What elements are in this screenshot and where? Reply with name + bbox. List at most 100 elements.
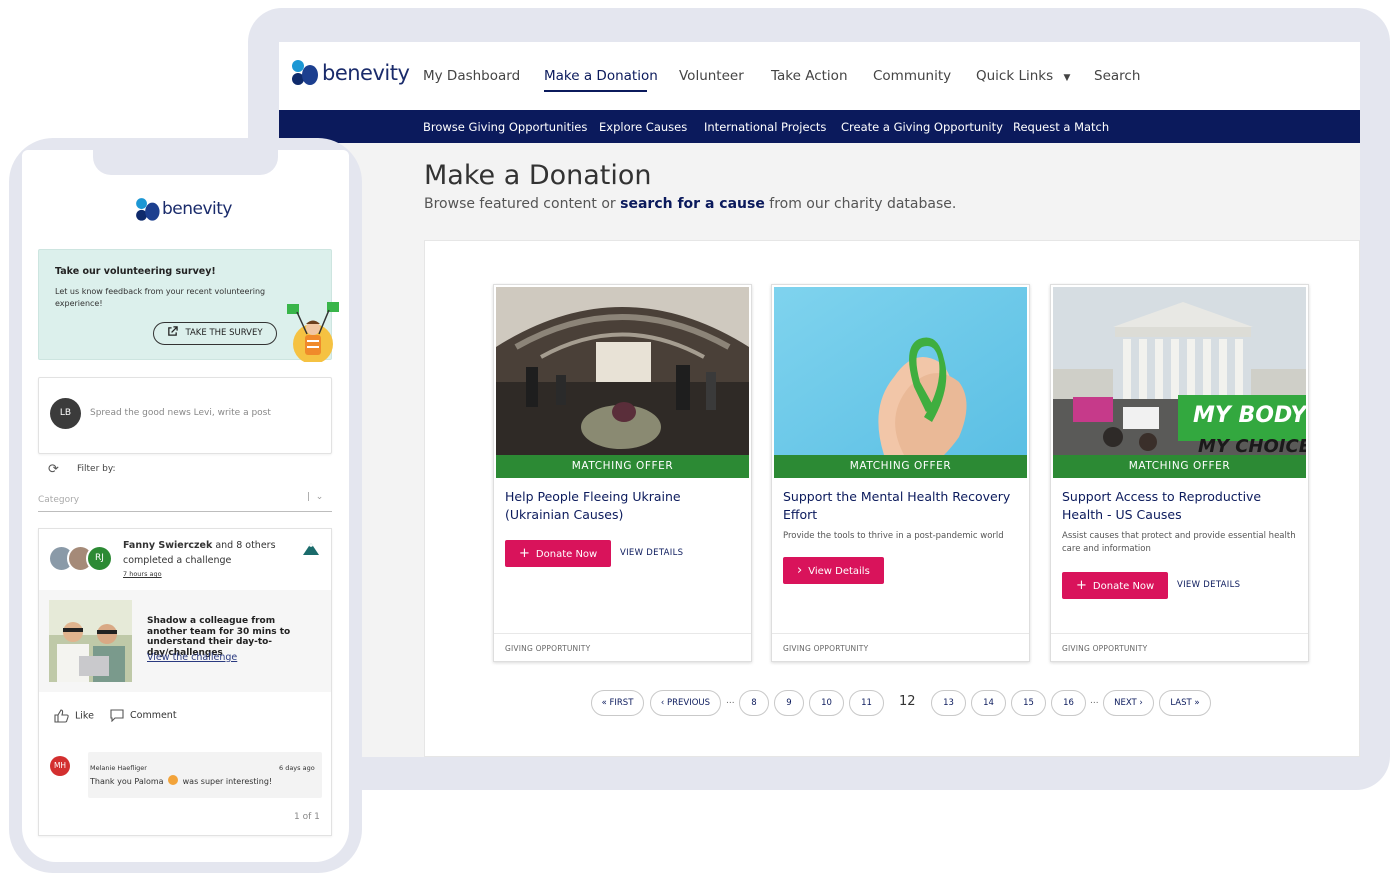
comment-icon bbox=[110, 709, 124, 722]
matching-offer-badge: MATCHING OFFER bbox=[774, 455, 1027, 478]
view-challenge-link[interactable]: View the challenge bbox=[147, 652, 237, 663]
card-description: Assist causes that protect and provide e… bbox=[1062, 531, 1296, 554]
benevity-logo[interactable]: benevity bbox=[292, 60, 410, 86]
pagination-ellipsis: ... bbox=[1090, 696, 1099, 706]
subnav-explore-causes[interactable]: Explore Causes bbox=[599, 120, 687, 134]
card-title[interactable]: Support the Mental Health Recovery Effor… bbox=[783, 488, 1021, 524]
card-reproductive-health[interactable]: MY BODY MY CHOICE MATCHING OFFER Support… bbox=[1050, 284, 1309, 662]
post-input-placeholder[interactable]: Spread the good news Levi, write a post bbox=[90, 408, 271, 418]
user-avatar: LB bbox=[50, 398, 81, 429]
volunteer-illustration-icon bbox=[287, 302, 339, 362]
benevity-logo-icon bbox=[136, 198, 160, 221]
comment-timestamp: 6 days ago bbox=[279, 764, 315, 772]
nav-make-a-donation[interactable]: Make a Donation bbox=[544, 68, 658, 84]
svg-text:MY CHOICE: MY CHOICE bbox=[1198, 436, 1306, 455]
logo-text: benevity bbox=[322, 61, 410, 85]
comment-text-pre: Thank you Paloma bbox=[90, 777, 164, 786]
external-link-icon bbox=[168, 326, 179, 336]
subnav-create-giving[interactable]: Create a Giving Opportunity bbox=[841, 120, 1003, 134]
take-survey-label: TAKE THE SURVEY bbox=[185, 328, 263, 338]
pagination-ellipsis: ... bbox=[726, 696, 735, 706]
plus-icon: + bbox=[1076, 578, 1087, 593]
nav-community[interactable]: Community bbox=[873, 68, 951, 84]
survey-title: Take our volunteering survey! bbox=[55, 266, 216, 277]
view-details-label: View Details bbox=[808, 566, 870, 577]
pagination-page-8[interactable]: 8 bbox=[739, 690, 769, 716]
active-nav-indicator bbox=[544, 90, 647, 92]
card-footer: GIVING OPPORTUNITY bbox=[772, 633, 1029, 661]
filter-label: Filter by: bbox=[77, 464, 116, 474]
pagination-next[interactable]: NEXT › bbox=[1103, 690, 1154, 716]
card-title[interactable]: Help People Fleeing Ukraine (Ukrainian C… bbox=[505, 488, 743, 524]
view-details-link[interactable]: VIEW DETAILS bbox=[620, 548, 683, 558]
mobile-benevity-logo[interactable]: benevity bbox=[135, 197, 233, 221]
challenge-image bbox=[49, 600, 132, 682]
pagination-first[interactable]: « FIRST bbox=[591, 690, 644, 716]
page-subtitle: Browse featured content or search for a … bbox=[424, 196, 956, 212]
top-navigation: benevity My Dashboard Make a Donation Vo… bbox=[279, 42, 1360, 110]
logo-text: benevity bbox=[162, 198, 233, 219]
donate-now-label: Donate Now bbox=[535, 549, 598, 560]
nav-my-dashboard[interactable]: My Dashboard bbox=[423, 68, 520, 84]
subtitle-post: from our charity database. bbox=[764, 196, 957, 212]
nav-quick-links[interactable]: Quick Links ▼ bbox=[976, 68, 1070, 84]
card-description: Provide the tools to thrive in a post-pa… bbox=[783, 531, 1004, 541]
stage: benevity My Dashboard Make a Donation Vo… bbox=[0, 0, 1395, 873]
card-image-reproductive-health: MY BODY MY CHOICE bbox=[1053, 287, 1306, 455]
nav-quick-links-label: Quick Links bbox=[976, 68, 1054, 84]
pagination-page-10[interactable]: 10 bbox=[809, 690, 844, 716]
commenter-avatar: MH bbox=[50, 756, 70, 776]
category-underline bbox=[38, 511, 332, 512]
avatar-rj: RJ bbox=[86, 545, 113, 572]
commenter-name[interactable]: Melanie Haefliger bbox=[90, 764, 147, 772]
like-button[interactable]: Like bbox=[54, 709, 94, 723]
svg-text:MY BODY: MY BODY bbox=[1193, 403, 1306, 428]
subnav-request-match[interactable]: Request a Match bbox=[1013, 120, 1109, 134]
pagination-last[interactable]: LAST » bbox=[1159, 690, 1211, 716]
chevron-down-icon[interactable]: | ⌄ bbox=[307, 492, 323, 502]
pagination-page-9[interactable]: 9 bbox=[774, 690, 804, 716]
view-details-link[interactable]: VIEW DETAILS bbox=[1177, 580, 1240, 590]
plus-icon: + bbox=[519, 546, 530, 561]
challenge-mountain-icon bbox=[303, 543, 319, 555]
comment-text-post: was super interesting! bbox=[182, 777, 273, 786]
pagination-page-14[interactable]: 14 bbox=[971, 690, 1006, 716]
donate-now-button[interactable]: + Donate Now bbox=[1062, 572, 1169, 599]
survey-text: Let us know feedback from your recent vo… bbox=[55, 287, 266, 308]
feed-user-name[interactable]: Fanny Swierczek bbox=[123, 540, 212, 551]
view-details-button[interactable]: › View Details bbox=[783, 557, 884, 584]
feed-timestamp[interactable]: 7 hours ago bbox=[123, 570, 162, 578]
nav-search[interactable]: Search bbox=[1094, 68, 1140, 84]
donate-now-button[interactable]: + Donate Now bbox=[505, 540, 612, 567]
pagination-page-15[interactable]: 15 bbox=[1011, 690, 1046, 716]
pagination-previous[interactable]: ‹ PREVIOUS bbox=[650, 690, 721, 716]
nav-take-action[interactable]: Take Action bbox=[771, 68, 848, 84]
take-survey-button[interactable]: TAKE THE SURVEY bbox=[153, 322, 277, 345]
subnav-browse-giving[interactable]: Browse Giving Opportunities bbox=[423, 120, 587, 134]
pagination-page-16[interactable]: 16 bbox=[1051, 690, 1086, 716]
chevron-right-icon: › bbox=[797, 563, 803, 578]
card-ukraine[interactable]: MATCHING OFFER Help People Fleeing Ukrai… bbox=[493, 284, 752, 662]
feed-others: and 8 others bbox=[212, 540, 276, 551]
card-title[interactable]: Support Access to Reproductive Health - … bbox=[1062, 488, 1300, 524]
page-title: Make a Donation bbox=[424, 160, 652, 191]
feed-action: completed a challenge bbox=[123, 555, 232, 566]
subnav-international-projects[interactable]: International Projects bbox=[704, 120, 826, 134]
nav-volunteer[interactable]: Volunteer bbox=[679, 68, 744, 84]
pagination-page-13[interactable]: 13 bbox=[931, 690, 966, 716]
comment-page-count: 1 of 1 bbox=[294, 812, 320, 822]
card-mental-health[interactable]: MATCHING OFFER Support the Mental Health… bbox=[771, 284, 1030, 662]
phone-notch bbox=[93, 138, 278, 175]
card-footer: GIVING OPPORTUNITY bbox=[1051, 633, 1308, 661]
feed-who: Fanny Swierczek and 8 others bbox=[123, 540, 276, 551]
benevity-logo-icon bbox=[292, 60, 318, 86]
category-select[interactable]: Category bbox=[38, 495, 79, 505]
pagination-page-11[interactable]: 11 bbox=[849, 690, 884, 716]
refresh-icon[interactable]: ⟳ bbox=[48, 462, 59, 477]
search-cause-link[interactable]: search for a cause bbox=[620, 196, 765, 212]
comment-button[interactable]: Comment bbox=[110, 709, 177, 722]
card-footer: GIVING OPPORTUNITY bbox=[494, 633, 751, 661]
thumbs-up-icon bbox=[54, 709, 69, 723]
subtitle-pre: Browse featured content or bbox=[424, 196, 621, 212]
pagination-current-page: 12 bbox=[899, 694, 916, 709]
